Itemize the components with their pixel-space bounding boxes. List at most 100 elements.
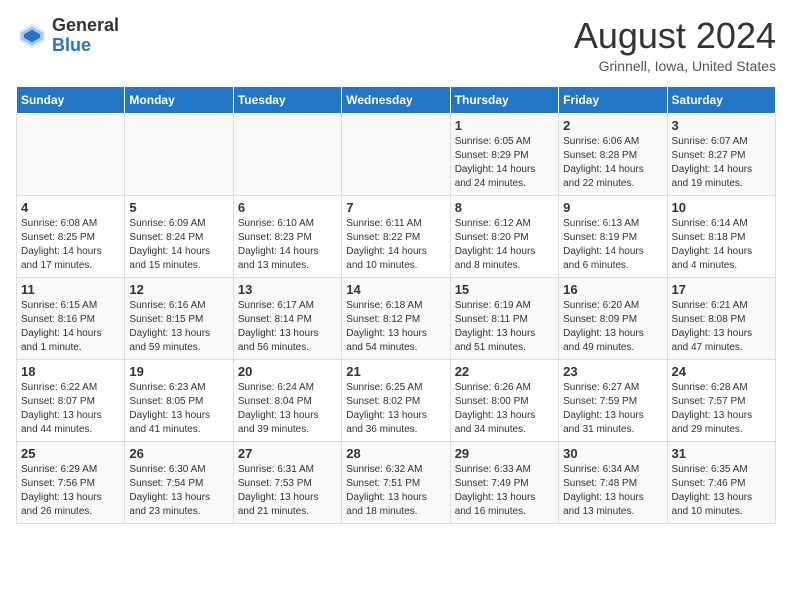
table-row: 24Sunrise: 6:28 AM Sunset: 7:57 PM Dayli… — [667, 359, 775, 441]
col-thursday: Thursday — [450, 86, 558, 113]
day-info: Sunrise: 6:19 AM Sunset: 8:11 PM Dayligh… — [455, 299, 554, 355]
day-info: Sunrise: 6:30 AM Sunset: 7:54 PM Dayligh… — [129, 463, 228, 519]
logo-icon — [16, 20, 48, 52]
table-row: 12Sunrise: 6:16 AM Sunset: 8:15 PM Dayli… — [125, 277, 233, 359]
day-number: 17 — [672, 282, 771, 297]
logo-text: General Blue — [52, 16, 119, 56]
day-number: 31 — [672, 446, 771, 461]
calendar-week-row: 11 Sunrise: 6:15 AM Sunset: 8:16 PM Dayli… — [17, 277, 776, 359]
table-row — [233, 113, 341, 195]
day-number: 20 — [238, 364, 337, 379]
calendar-week-row: 18Sunrise: 6:22 AM Sunset: 8:07 PM Dayli… — [17, 359, 776, 441]
table-row: 23Sunrise: 6:27 AM Sunset: 7:59 PM Dayli… — [559, 359, 667, 441]
day-number: 24 — [672, 364, 771, 379]
day-info: Sunrise: 6:32 AM Sunset: 7:51 PM Dayligh… — [346, 463, 445, 519]
table-row: 6 Sunrise: 6:10 AM Sunset: 8:23 PM Daylig… — [233, 195, 341, 277]
table-row: 7 Sunrise: 6:11 AM Sunset: 8:22 PM Daylig… — [342, 195, 450, 277]
day-info: Sunrise: 6:33 AM Sunset: 7:49 PM Dayligh… — [455, 463, 554, 519]
day-number: 7 — [346, 200, 445, 215]
day-info: Sunrise: 6:17 AM Sunset: 8:14 PM Dayligh… — [238, 299, 337, 355]
table-row: 2 Sunrise: 6:06 AM Sunset: 8:28 PM Daylig… — [559, 113, 667, 195]
day-number: 4 — [21, 200, 120, 215]
table-row: 15 Sunrise: 6:19 AM Sunset: 8:11 PM Dayli… — [450, 277, 558, 359]
table-row: 3 Sunrise: 6:07 AM Sunset: 8:27 PM Daylig… — [667, 113, 775, 195]
table-row: 17 Sunrise: 6:21 AM Sunset: 8:08 PM Dayli… — [667, 277, 775, 359]
day-info: Sunrise: 6:26 AM Sunset: 8:00 PM Dayligh… — [455, 381, 554, 437]
day-number: 30 — [563, 446, 662, 461]
table-row: 5 Sunrise: 6:09 AM Sunset: 8:24 PM Daylig… — [125, 195, 233, 277]
day-info: Sunrise: 6:34 AM Sunset: 7:48 PM Dayligh… — [563, 463, 662, 519]
col-tuesday: Tuesday — [233, 86, 341, 113]
calendar-week-row: 25Sunrise: 6:29 AM Sunset: 7:56 PM Dayli… — [17, 441, 776, 523]
table-row: 27Sunrise: 6:31 AM Sunset: 7:53 PM Dayli… — [233, 441, 341, 523]
day-number: 27 — [238, 446, 337, 461]
day-info: Sunrise: 6:11 AM Sunset: 8:22 PM Dayligh… — [346, 217, 445, 273]
table-row: 19 Sunrise: 6:23 AM Sunset: 8:05 PM Dayli… — [125, 359, 233, 441]
day-info: Sunrise: 6:23 AM Sunset: 8:05 PM Dayligh… — [129, 381, 228, 437]
day-info: Sunrise: 6:15 AM Sunset: 8:16 PM Dayligh… — [21, 299, 120, 355]
day-number: 19 — [129, 364, 228, 379]
table-row: 11 Sunrise: 6:15 AM Sunset: 8:16 PM Dayli… — [17, 277, 125, 359]
table-row: 18Sunrise: 6:22 AM Sunset: 8:07 PM Dayli… — [17, 359, 125, 441]
month-title: August 2024 — [574, 16, 776, 56]
table-row: 4Sunrise: 6:08 AM Sunset: 8:25 PM Daylig… — [17, 195, 125, 277]
day-number: 26 — [129, 446, 228, 461]
calendar-table: Sunday Monday Tuesday Wednesday Thursday… — [16, 86, 776, 524]
day-info: Sunrise: 6:22 AM Sunset: 8:07 PM Dayligh… — [21, 381, 120, 437]
day-info: Sunrise: 6:09 AM Sunset: 8:24 PM Dayligh… — [129, 217, 228, 273]
table-row: 13Sunrise: 6:17 AM Sunset: 8:14 PM Dayli… — [233, 277, 341, 359]
table-row — [125, 113, 233, 195]
day-info: Sunrise: 6:07 AM Sunset: 8:27 PM Dayligh… — [672, 135, 771, 191]
table-row — [342, 113, 450, 195]
table-row: 29 Sunrise: 6:33 AM Sunset: 7:49 PM Dayli… — [450, 441, 558, 523]
day-info: Sunrise: 6:35 AM Sunset: 7:46 PM Dayligh… — [672, 463, 771, 519]
day-number: 2 — [563, 118, 662, 133]
day-number: 15 — [455, 282, 554, 297]
day-number: 22 — [455, 364, 554, 379]
day-info: Sunrise: 6:18 AM Sunset: 8:12 PM Dayligh… — [346, 299, 445, 355]
day-number: 21 — [346, 364, 445, 379]
logo: General Blue — [16, 16, 119, 56]
day-info: Sunrise: 6:29 AM Sunset: 7:56 PM Dayligh… — [21, 463, 120, 519]
col-saturday: Saturday — [667, 86, 775, 113]
col-wednesday: Wednesday — [342, 86, 450, 113]
day-number: 3 — [672, 118, 771, 133]
day-info: Sunrise: 6:10 AM Sunset: 8:23 PM Dayligh… — [238, 217, 337, 273]
calendar-header-row: Sunday Monday Tuesday Wednesday Thursday… — [17, 86, 776, 113]
table-row: 26 Sunrise: 6:30 AM Sunset: 7:54 PM Dayli… — [125, 441, 233, 523]
table-row: 20Sunrise: 6:24 AM Sunset: 8:04 PM Dayli… — [233, 359, 341, 441]
day-info: Sunrise: 6:21 AM Sunset: 8:08 PM Dayligh… — [672, 299, 771, 355]
day-number: 29 — [455, 446, 554, 461]
table-row — [17, 113, 125, 195]
day-info: Sunrise: 6:25 AM Sunset: 8:02 PM Dayligh… — [346, 381, 445, 437]
day-number: 1 — [455, 118, 554, 133]
day-number: 11 — [21, 282, 120, 297]
day-number: 10 — [672, 200, 771, 215]
day-info: Sunrise: 6:05 AM Sunset: 8:29 PM Dayligh… — [455, 135, 554, 191]
day-info: Sunrise: 6:27 AM Sunset: 7:59 PM Dayligh… — [563, 381, 662, 437]
calendar-week-row: 1 Sunrise: 6:05 AM Sunset: 8:29 PM Daylig… — [17, 113, 776, 195]
day-number: 14 — [346, 282, 445, 297]
title-block: August 2024 Grinnell, Iowa, United State… — [574, 16, 776, 74]
day-info: Sunrise: 6:14 AM Sunset: 8:18 PM Dayligh… — [672, 217, 771, 273]
day-number: 8 — [455, 200, 554, 215]
day-info: Sunrise: 6:20 AM Sunset: 8:09 PM Dayligh… — [563, 299, 662, 355]
table-row: 16Sunrise: 6:20 AM Sunset: 8:09 PM Dayli… — [559, 277, 667, 359]
day-number: 5 — [129, 200, 228, 215]
table-row: 21 Sunrise: 6:25 AM Sunset: 8:02 PM Dayli… — [342, 359, 450, 441]
col-monday: Monday — [125, 86, 233, 113]
table-row: 8Sunrise: 6:12 AM Sunset: 8:20 PM Daylig… — [450, 195, 558, 277]
day-number: 6 — [238, 200, 337, 215]
table-row: 9 Sunrise: 6:13 AM Sunset: 8:19 PM Daylig… — [559, 195, 667, 277]
day-number: 12 — [129, 282, 228, 297]
day-info: Sunrise: 6:13 AM Sunset: 8:19 PM Dayligh… — [563, 217, 662, 273]
day-number: 28 — [346, 446, 445, 461]
table-row: 30 Sunrise: 6:34 AM Sunset: 7:48 PM Dayli… — [559, 441, 667, 523]
col-sunday: Sunday — [17, 86, 125, 113]
table-row: 22 Sunrise: 6:26 AM Sunset: 8:00 PM Dayli… — [450, 359, 558, 441]
day-number: 9 — [563, 200, 662, 215]
col-friday: Friday — [559, 86, 667, 113]
table-row: 1 Sunrise: 6:05 AM Sunset: 8:29 PM Daylig… — [450, 113, 558, 195]
day-info: Sunrise: 6:06 AM Sunset: 8:28 PM Dayligh… — [563, 135, 662, 191]
page-header: General Blue August 2024 Grinnell, Iowa,… — [16, 16, 776, 74]
